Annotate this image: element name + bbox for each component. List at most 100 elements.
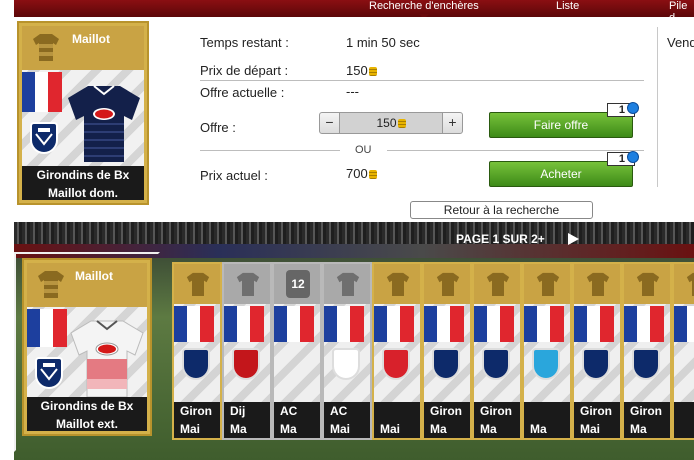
result-item-name: Ma	[424, 420, 470, 438]
card-rarity-label: Maillot	[72, 32, 110, 46]
result-item-name: Ma	[224, 420, 270, 438]
shirt-icon	[186, 272, 210, 296]
shirt-icon	[336, 272, 360, 296]
offer-label: Offre :	[200, 120, 236, 135]
pagination-bar: PAGE 1 SUR 2+	[424, 228, 604, 250]
auction-detail-panel: Maillot Girondins de Bx Maillot dom. Tem…	[14, 17, 694, 222]
page-indicator: PAGE 1 SUR 2+	[456, 232, 545, 246]
result-club-name: Giron	[174, 402, 220, 420]
result-card-face: 12 AC Ma	[274, 264, 320, 438]
result-card[interactable]: 12 AC Ma	[272, 262, 322, 440]
focused-card-selection[interactable]: Maillot Girondins de Bx Maillot ext.	[14, 252, 160, 452]
or-label: OU	[355, 144, 372, 156]
result-club-name	[374, 402, 420, 420]
result-card[interactable]: Giron Ma	[472, 262, 522, 440]
increase-offer-button[interactable]: +	[442, 113, 462, 133]
shirt-icon	[33, 34, 59, 61]
france-flag-icon	[174, 306, 214, 342]
buy-now-label: Prix actuel :	[200, 168, 268, 183]
result-card[interactable]: Mai	[372, 262, 422, 440]
number-shirt-icon: 12	[286, 270, 310, 298]
tab-pile[interactable]: Pile d	[669, 0, 694, 24]
result-card[interactable]: Giron Ma	[622, 262, 672, 440]
club-crest-icon	[482, 348, 510, 380]
result-card[interactable]: Giron Ma	[422, 262, 472, 440]
jersey-home-image	[68, 85, 140, 162]
seller-column-divider	[657, 27, 658, 187]
result-item-name: Mai	[324, 420, 370, 438]
focused-item-card[interactable]: Maillot Girondins de Bx Maillot ext.	[22, 258, 152, 436]
france-flag-icon	[27, 309, 67, 347]
buy-now-button-label: Acheter	[540, 167, 582, 181]
divider-left	[200, 150, 340, 151]
result-club-name	[674, 402, 694, 420]
buy-now-value: 700	[346, 166, 377, 181]
make-offer-button[interactable]: Faire offre 1	[489, 102, 639, 138]
shirt-icon	[636, 272, 660, 296]
results-area: PAGE 1 SUR 2+ Maillot Girondins de Bx Ma…	[14, 222, 694, 460]
play-right-icon[interactable]	[566, 232, 580, 246]
card-rarity-label: Maillot	[75, 269, 113, 283]
result-club-name: Giron	[574, 402, 620, 420]
start-price-amount: 150	[346, 63, 368, 78]
tab-auction-search[interactable]: Recherche d'enchères	[369, 0, 479, 19]
make-offer-count-badge: 1	[607, 102, 639, 117]
shirt-icon	[486, 272, 510, 296]
result-item-name: Ma	[624, 420, 670, 438]
card-header: Maillot	[27, 263, 147, 307]
result-item-name: Mai	[374, 420, 420, 438]
offer-stepper: − 150 +	[319, 112, 463, 134]
card-header: Maillot	[22, 26, 144, 70]
result-card-face: Ma	[524, 264, 570, 438]
card-club-name: Girondins de Bx	[22, 166, 144, 185]
seller-label: Vend	[667, 35, 694, 50]
result-club-name: Giron	[624, 402, 670, 420]
result-card-face: Giron Mai	[174, 264, 220, 438]
coin-icon	[368, 67, 377, 76]
result-card[interactable]: AC Mai	[322, 262, 372, 440]
shirt-icon	[236, 272, 260, 296]
time-remaining-value: 1 min 50 sec	[346, 35, 420, 50]
decrease-offer-button[interactable]: −	[320, 113, 340, 133]
club-crest-icon	[632, 348, 660, 380]
result-item-name	[674, 420, 694, 438]
make-offer-label: Faire offre	[533, 118, 589, 132]
back-to-search-button[interactable]: Retour à la recherche	[410, 201, 593, 219]
france-flag-icon	[624, 306, 664, 342]
buy-count: 1	[618, 153, 625, 165]
offer-amount-field[interactable]: 150	[340, 113, 442, 133]
result-card-face: Giron Ma	[624, 264, 670, 438]
result-item-name: Ma	[274, 420, 320, 438]
result-card-face: Mai	[374, 264, 420, 438]
france-flag-icon	[674, 306, 694, 342]
result-card[interactable]: Giron Mai	[572, 262, 622, 440]
result-card-face: Giron Mai	[574, 264, 620, 438]
card-item-name: Maillot ext.	[27, 415, 147, 431]
france-flag-icon	[324, 306, 364, 342]
card-face: Maillot Girondins de Bx Maillot ext.	[27, 263, 147, 431]
offer-amount: 150	[376, 116, 397, 130]
card-club-name: Girondins de Bx	[27, 397, 147, 415]
result-item-name: Ma	[524, 420, 570, 438]
france-flag-icon	[574, 306, 614, 342]
make-offer-count: 1	[618, 104, 625, 116]
card-face: Maillot Girondins de Bx Maillot dom.	[22, 26, 144, 200]
tab-list[interactable]: Liste	[556, 0, 579, 14]
result-card[interactable]: Giron Mai	[172, 262, 222, 440]
divider-right	[387, 150, 644, 151]
result-card[interactable]: Dij Ma	[222, 262, 272, 440]
france-flag-icon	[274, 306, 314, 342]
result-card-face: AC Mai	[324, 264, 370, 438]
result-card[interactable]: Ma	[522, 262, 572, 440]
result-card[interactable]	[672, 262, 694, 440]
shirt-icon	[536, 272, 560, 296]
result-card-face: Giron Ma	[474, 264, 520, 438]
france-flag-icon	[22, 72, 62, 112]
result-item-name: Ma	[474, 420, 520, 438]
top-nav-bar: Recherche d'enchères Liste Pile d	[14, 0, 694, 24]
result-club-name: Giron	[424, 402, 470, 420]
shirt-icon	[586, 272, 610, 296]
crest-scapular-icon	[35, 128, 53, 146]
selected-item-card[interactable]: Maillot Girondins de Bx Maillot dom.	[17, 21, 149, 205]
buy-now-button[interactable]: Acheter 1	[489, 151, 639, 187]
